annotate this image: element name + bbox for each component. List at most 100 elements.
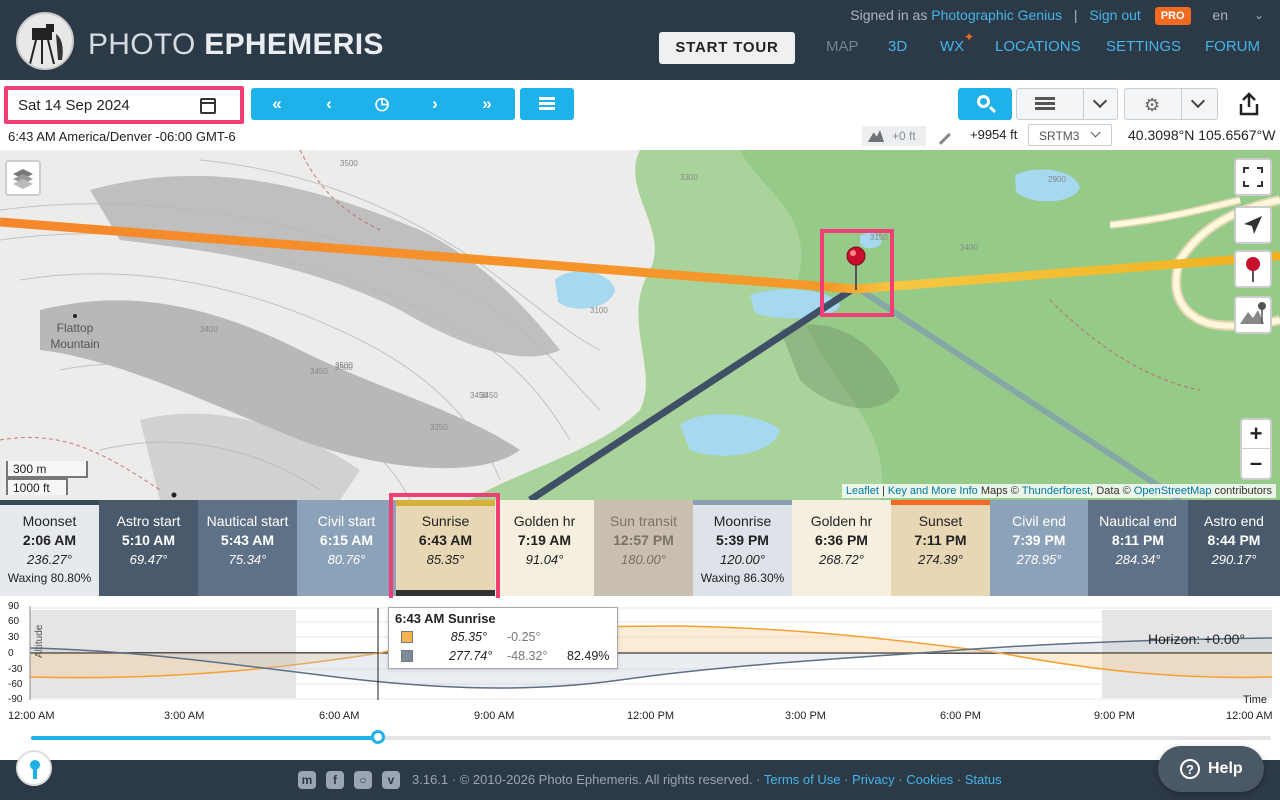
altitude-axis-label: Altitude xyxy=(34,624,45,658)
event-moonset[interactable]: Moonset 2:06 AM 236.27° Waxing 80.80% xyxy=(0,500,99,596)
mastodon-icon[interactable]: m xyxy=(298,771,316,789)
event-golden-hr-pm[interactable]: Golden hr 6:36 PM 268.72° xyxy=(792,500,891,596)
event-nautical-end[interactable]: Nautical end 8:11 PM 284.34° xyxy=(1088,500,1188,596)
time-slider-handle[interactable] xyxy=(371,730,386,744)
leaflet-link[interactable]: Leaflet xyxy=(846,485,879,497)
svg-text:3250: 3250 xyxy=(430,423,448,432)
event-golden-hr-am[interactable]: Golden hr 7:19 AM 91.04° xyxy=(495,500,594,596)
vimeo-icon[interactable]: v xyxy=(382,771,400,789)
event-moonrise[interactable]: Moonrise 5:39 PM 120.00° Waxing 86.30% xyxy=(693,500,792,596)
thunderforest-link[interactable]: Thunderforest xyxy=(1022,485,1090,497)
horizon-label: Horizon: +0.00° xyxy=(1148,631,1246,647)
time-nav-group: « ‹ ◷ › » xyxy=(251,88,515,120)
fullscreen-icon xyxy=(1243,167,1263,187)
event-sunset[interactable]: Sunset 7:11 PM 274.39° xyxy=(891,500,990,596)
lock-button[interactable] xyxy=(16,750,52,786)
user-link[interactable]: Photographic Genius xyxy=(931,7,1062,23)
next-step-icon[interactable]: › xyxy=(409,88,461,120)
sign-out-link[interactable]: Sign out xyxy=(1089,7,1140,23)
locate-button[interactable] xyxy=(1234,206,1272,244)
signed-in-label: Signed in as xyxy=(850,7,928,23)
map-canvas: 3500 3400 3450 3450 3500 3450 3100 3500 … xyxy=(0,150,1280,500)
event-civil-end[interactable]: Civil end 7:39 PM 278.95° xyxy=(990,500,1088,596)
cookies-link[interactable]: Cookies xyxy=(906,772,953,787)
prev-day-icon[interactable]: « xyxy=(251,88,303,120)
key-info-link[interactable]: Key and More Info xyxy=(888,485,978,497)
sunrise-highlight xyxy=(389,493,500,605)
altitude-chart xyxy=(29,606,1273,700)
search-button[interactable] xyxy=(958,88,1012,120)
osm-link[interactable]: OpenStreetMap xyxy=(1134,485,1212,497)
map-layers-dropdown[interactable] xyxy=(1016,88,1118,120)
prev-step-icon[interactable]: ‹ xyxy=(303,88,355,120)
instagram-icon[interactable]: ○ xyxy=(354,771,372,789)
event-nautical-start[interactable]: Nautical start 5:43 AM 75.34° xyxy=(198,500,297,596)
pin-icon xyxy=(1246,257,1260,282)
event-civil-start[interactable]: Civil start 6:15 AM 80.76° xyxy=(297,500,396,596)
secondary-pin-button[interactable] xyxy=(1234,296,1272,334)
coordinates: 40.3098°N 105.6567°W xyxy=(1128,127,1276,143)
svg-text:3400: 3400 xyxy=(200,325,218,334)
navigation-arrow-icon xyxy=(1244,216,1262,234)
list-button[interactable] xyxy=(520,88,574,120)
nav-forum[interactable]: FORUM xyxy=(1205,38,1260,55)
nav-map[interactable]: MAP xyxy=(826,38,859,55)
share-icon[interactable] xyxy=(1238,92,1260,116)
next-day-icon[interactable]: » xyxy=(461,88,513,120)
chevron-down-icon xyxy=(1090,127,1101,138)
terms-link[interactable]: Terms of Use xyxy=(764,772,841,787)
place-label: Flattop Mountain xyxy=(50,321,100,351)
fullscreen-button[interactable] xyxy=(1234,158,1272,196)
svg-text:3500: 3500 xyxy=(335,361,353,370)
svg-text:3500: 3500 xyxy=(340,159,358,168)
chevron-down-icon[interactable] xyxy=(1190,93,1206,109)
moon-swatch xyxy=(401,650,413,662)
time-slider-fill xyxy=(31,736,379,740)
marker-elevation[interactable]: +0 ft xyxy=(862,126,926,146)
settings-dropdown[interactable]: ⚙ xyxy=(1124,88,1218,120)
graph-tooltip: 6:43 AM Sunrise 85.35° -0.25° 277.74° -4… xyxy=(388,607,618,669)
zoom-control: + – xyxy=(1240,418,1272,480)
gear-icon[interactable]: ⚙ xyxy=(1144,95,1160,116)
help-button[interactable]: ? Help xyxy=(1158,746,1264,792)
svg-text:3300: 3300 xyxy=(680,173,698,182)
clock-icon[interactable]: ◷ xyxy=(356,88,408,120)
facebook-icon[interactable]: f xyxy=(326,771,344,789)
footer: m f ○ v 3.16.1 · © 2010-2026 Photo Ephem… xyxy=(0,760,1280,800)
app-header: PHOTO EPHEMERIS Signed in as Photographi… xyxy=(0,0,1280,80)
privacy-link[interactable]: Privacy xyxy=(852,772,895,787)
date-value: Sat 14 Sep 2024 xyxy=(18,97,130,114)
drop-pin-button[interactable] xyxy=(1234,250,1272,288)
logo-icon[interactable] xyxy=(16,12,74,70)
zoom-out-button[interactable]: – xyxy=(1242,450,1270,479)
new-star-icon: ✦ xyxy=(964,30,975,44)
nav-locations[interactable]: LOCATIONS xyxy=(995,38,1081,55)
event-astro-start[interactable]: Astro start 5:10 AM 69.47° xyxy=(99,500,198,596)
start-tour-button[interactable]: START TOUR xyxy=(659,32,795,64)
language-select[interactable]: en xyxy=(1212,7,1228,23)
map-view[interactable]: 3500 3400 3450 3450 3500 3450 3100 3500 … xyxy=(0,150,1280,500)
mountain-icon xyxy=(868,130,884,142)
zoom-in-button[interactable]: + xyxy=(1242,420,1270,449)
elevation-value: +9954 ft xyxy=(970,127,1018,142)
calendar-icon[interactable] xyxy=(200,98,216,114)
event-sun-transit[interactable]: Sun transit 12:57 PM 180.00° xyxy=(594,500,693,596)
svg-text:3100: 3100 xyxy=(590,306,608,315)
svg-text:3450: 3450 xyxy=(480,391,498,400)
nav-settings[interactable]: SETTINGS xyxy=(1106,38,1181,55)
date-picker[interactable]: Sat 14 Sep 2024 xyxy=(4,86,244,124)
mountain-pin-icon xyxy=(1240,302,1266,324)
elevation-model-select[interactable]: SRTM3 xyxy=(1028,124,1112,146)
nav-wx[interactable]: WX xyxy=(940,38,964,55)
event-strip: Moonset 2:06 AM 236.27° Waxing 80.80% Astro… xyxy=(0,500,1280,596)
svg-text:3450: 3450 xyxy=(310,367,328,376)
timezone-info: 6:43 AM America/Denver -06:00 GMT-6 xyxy=(8,129,236,144)
chevron-down-icon[interactable] xyxy=(1092,93,1108,109)
status-link[interactable]: Status xyxy=(965,772,1002,787)
chevron-down-icon[interactable]: ⌄ xyxy=(1254,8,1264,22)
nav-3d[interactable]: 3D xyxy=(888,38,907,55)
scale-bar: 300 m 1000 ft xyxy=(6,461,88,497)
event-astro-end[interactable]: Astro end 8:44 PM 290.17° xyxy=(1188,500,1280,596)
layers-button[interactable] xyxy=(5,160,41,196)
help-icon: ? xyxy=(1180,759,1200,779)
